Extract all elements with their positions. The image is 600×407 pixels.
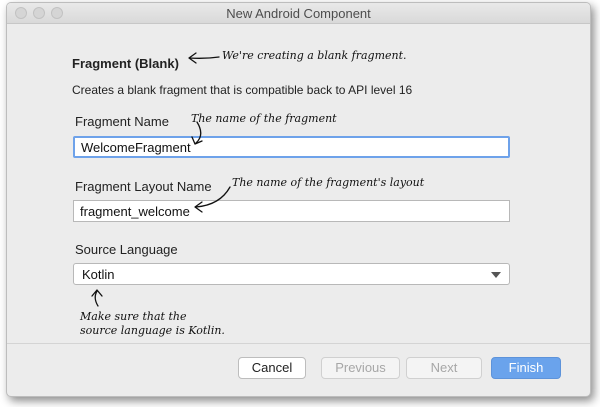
annotation-name-note: The name of the fragment <box>191 112 337 125</box>
title-bar: New Android Component <box>7 3 590 24</box>
page: New Android Component Fragment (Blank) C… <box>0 0 600 407</box>
source-language-label: Source Language <box>75 242 178 257</box>
annotation-language-note: Make sure that the source language is Ko… <box>80 310 225 338</box>
next-button[interactable]: Next <box>406 357 482 379</box>
source-language-value: Kotlin <box>82 267 115 282</box>
footer-divider <box>7 343 590 344</box>
annotation-heading-note: We're creating a blank fragment. <box>222 49 407 62</box>
component-heading: Fragment (Blank) <box>72 56 179 71</box>
cancel-button[interactable]: Cancel <box>238 357 306 379</box>
component-description: Creates a blank fragment that is compati… <box>72 83 413 97</box>
fragment-name-input[interactable] <box>73 136 510 158</box>
fragment-layout-name-input[interactable] <box>73 200 510 222</box>
finish-button[interactable]: Finish <box>491 357 561 379</box>
fragment-name-label: Fragment Name <box>75 114 169 129</box>
annotation-layout-note: The name of the fragment's layout <box>232 176 425 189</box>
annotation-language-line2: source language is Kotlin. <box>80 324 225 337</box>
previous-button[interactable]: Previous <box>321 357 400 379</box>
annotation-language-line1: Make sure that the <box>80 310 187 323</box>
fragment-layout-name-label: Fragment Layout Name <box>75 179 212 194</box>
window-title: New Android Component <box>226 6 371 21</box>
source-language-select[interactable]: Kotlin <box>73 263 510 285</box>
chevron-down-icon <box>491 272 501 278</box>
